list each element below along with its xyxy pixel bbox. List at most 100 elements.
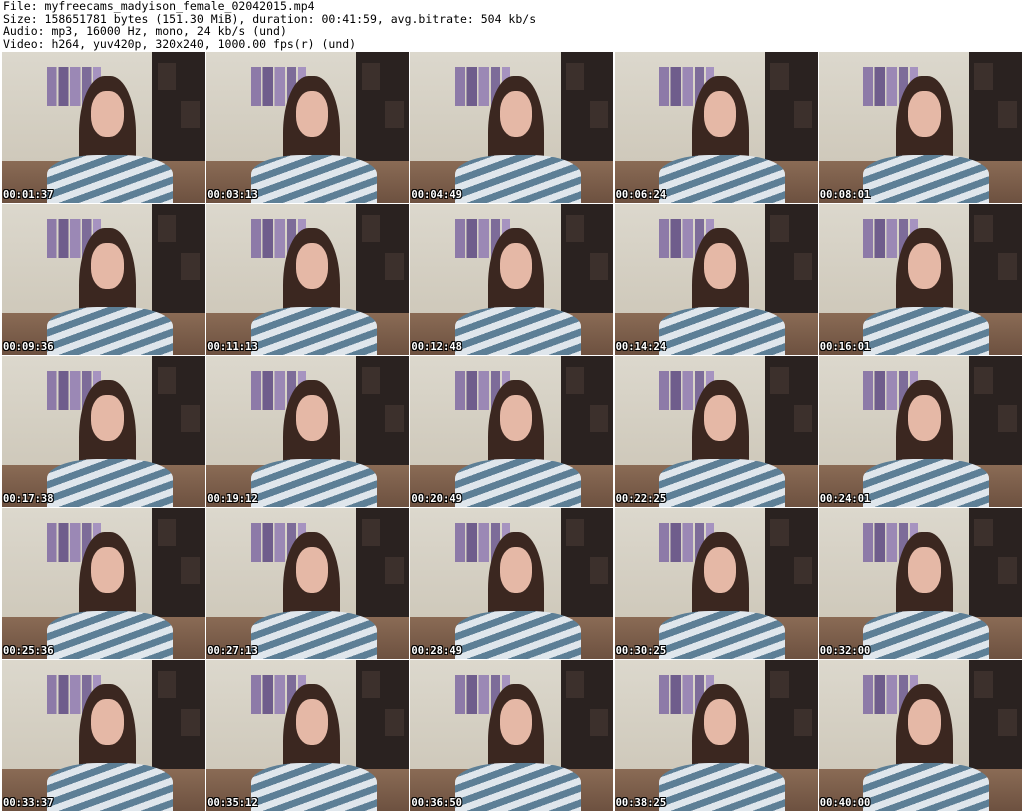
thumbnail-timestamp: 00:33:37	[3, 797, 54, 809]
person-face	[499, 395, 533, 441]
video-thumbnail: 00:28:49	[410, 508, 614, 659]
thumbnail-timestamp: 00:20:49	[411, 493, 462, 505]
striped-sweater	[863, 306, 990, 355]
video-thumbnail: 00:24:01	[818, 356, 1022, 507]
person-face	[295, 395, 328, 441]
thumbnail-grid: 00:01:37 00:03:13 00:04:49 00:06:24 00:08:01…	[2, 52, 1023, 811]
thumbnail-timestamp: 00:19:12	[207, 493, 258, 505]
thumbnail-timestamp: 00:14:24	[615, 341, 667, 353]
striped-sweater	[250, 458, 377, 507]
striped-sweater	[46, 610, 173, 659]
thumbnail-timestamp: 00:38:25	[615, 797, 667, 809]
person-face	[703, 243, 737, 289]
video-thumbnail: 00:27:13	[206, 508, 410, 659]
bookshelf	[356, 204, 410, 313]
person-face	[295, 243, 328, 289]
person-face	[91, 547, 124, 593]
striped-sweater	[46, 458, 173, 507]
video-thumbnail: 00:22:25	[614, 356, 818, 507]
striped-sweater	[46, 154, 173, 203]
striped-sweater	[455, 458, 581, 507]
thumbnail-timestamp: 00:17:38	[3, 493, 54, 505]
thumbnail-timestamp: 00:36:50	[411, 797, 462, 809]
person-face	[703, 547, 737, 593]
bookshelf	[560, 52, 614, 161]
striped-sweater	[863, 762, 990, 811]
striped-sweater	[659, 306, 786, 355]
thumbnail-timestamp: 00:27:13	[207, 645, 258, 657]
person-face	[499, 243, 533, 289]
video-thumbnail: 00:12:48	[410, 204, 614, 355]
thumbnail-timestamp: 00:04:49	[411, 189, 462, 201]
thumbnail-timestamp: 00:01:37	[3, 189, 54, 201]
video-thumbnail: 00:03:13	[206, 52, 410, 203]
striped-sweater	[250, 306, 377, 355]
striped-sweater	[455, 154, 581, 203]
striped-sweater	[250, 610, 377, 659]
bookshelf	[152, 204, 205, 313]
video-thumbnail: 00:25:36	[2, 508, 205, 659]
striped-sweater	[455, 762, 581, 811]
video-thumbnail: 00:32:00	[818, 508, 1022, 659]
striped-sweater	[250, 762, 377, 811]
video-thumbnail: 00:33:37	[2, 660, 205, 811]
bookshelf	[764, 508, 818, 617]
person-face	[703, 699, 737, 745]
video-thumbnail: 00:08:01	[818, 52, 1022, 203]
thumbnail-timestamp: 00:16:01	[819, 341, 871, 353]
thumbnail-timestamp: 00:40:00	[819, 797, 871, 809]
bookshelf	[560, 660, 614, 769]
thumbnail-timestamp: 00:12:48	[411, 341, 462, 353]
thumbnail-timestamp: 00:30:25	[615, 645, 667, 657]
person-face	[295, 547, 328, 593]
striped-sweater	[659, 762, 786, 811]
bookshelf	[764, 660, 818, 769]
striped-sweater	[250, 154, 377, 203]
video-thumbnail: 00:01:37	[2, 52, 205, 203]
thumbnail-timestamp: 00:11:13	[207, 341, 258, 353]
person-face	[908, 243, 941, 289]
video-thumbnail: 00:16:01	[818, 204, 1022, 355]
video-thumbnail: 00:38:25	[614, 660, 818, 811]
bookshelf	[764, 356, 818, 465]
video-thumbnail: 00:19:12	[206, 356, 410, 507]
thumbnail-timestamp: 00:22:25	[615, 493, 667, 505]
video-thumbnail: 00:30:25	[614, 508, 818, 659]
striped-sweater	[455, 610, 581, 659]
person-face	[908, 547, 941, 593]
person-face	[91, 91, 124, 137]
bookshelf	[152, 52, 205, 161]
striped-sweater	[46, 306, 173, 355]
striped-sweater	[863, 610, 990, 659]
file-info-header: File: myfreecams_madyison_female_0204201…	[3, 0, 536, 50]
striped-sweater	[455, 306, 581, 355]
striped-sweater	[659, 154, 786, 203]
person-face	[499, 547, 533, 593]
thumbnail-timestamp: 00:35:12	[207, 797, 258, 809]
video-thumbnail: 00:06:24	[614, 52, 818, 203]
bookshelf	[152, 356, 205, 465]
striped-sweater	[659, 610, 786, 659]
video-thumbnail: 00:20:49	[410, 356, 614, 507]
thumbnail-timestamp: 00:06:24	[615, 189, 667, 201]
bookshelf	[969, 356, 1022, 465]
bookshelf	[356, 356, 410, 465]
video-thumbnail: 00:14:24	[614, 204, 818, 355]
bookshelf	[356, 508, 410, 617]
person-face	[91, 395, 124, 441]
video-thumbnail: 00:09:36	[2, 204, 205, 355]
thumbnail-timestamp: 00:03:13	[207, 189, 258, 201]
thumbnail-timestamp: 00:24:01	[819, 493, 871, 505]
person-face	[499, 91, 533, 137]
striped-sweater	[863, 458, 990, 507]
bookshelf	[356, 52, 410, 161]
bookshelf	[152, 508, 205, 617]
thumbnail-timestamp: 00:09:36	[3, 341, 54, 353]
person-face	[703, 395, 737, 441]
thumbnail-timestamp: 00:28:49	[411, 645, 462, 657]
video-thumbnail: 00:36:50	[410, 660, 614, 811]
bookshelf	[969, 660, 1022, 769]
bookshelf	[969, 508, 1022, 617]
person-face	[908, 395, 941, 441]
person-face	[703, 91, 737, 137]
